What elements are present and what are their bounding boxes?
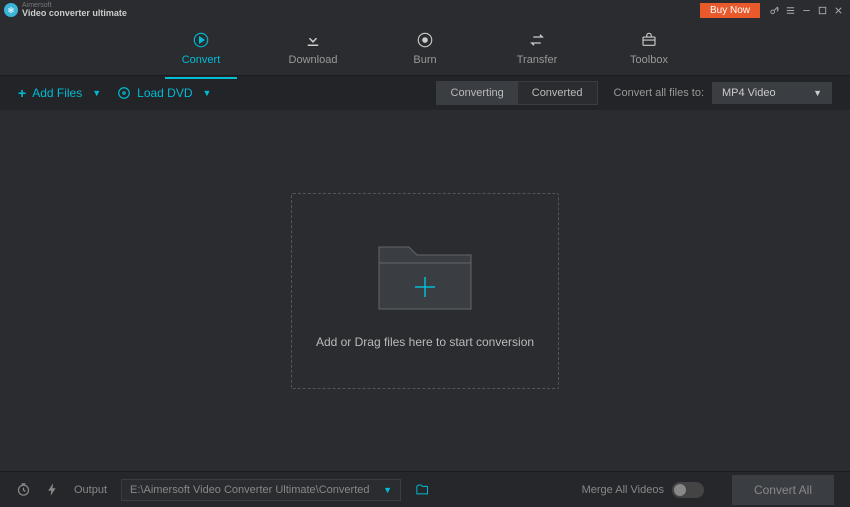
- nav-label: Download: [289, 54, 338, 66]
- output-path-select[interactable]: E:\Aimersoft Video Converter Ultimate\Co…: [121, 479, 401, 501]
- output-path-value: E:\Aimersoft Video Converter Ultimate\Co…: [130, 484, 369, 496]
- download-icon: [303, 30, 323, 50]
- tab-converted[interactable]: Converted: [518, 82, 597, 104]
- chevron-down-icon: ▼: [92, 88, 101, 98]
- app-logo: ✻ Aimersoft Video converter ultimate: [4, 2, 127, 18]
- convert-icon: [191, 30, 211, 50]
- convert-all-button[interactable]: Convert All: [732, 475, 834, 505]
- lightning-icon[interactable]: [45, 482, 60, 497]
- chevron-down-icon: ▼: [383, 485, 392, 495]
- chevron-down-icon: ▼: [203, 88, 212, 98]
- brand-bottom: Video converter ultimate: [22, 9, 127, 18]
- buy-now-button[interactable]: Buy Now: [700, 3, 760, 18]
- toolbox-icon: [639, 30, 659, 50]
- key-icon[interactable]: [766, 2, 782, 18]
- titlebar: ✻ Aimersoft Video converter ultimate Buy…: [0, 0, 850, 20]
- convert-to-label: Convert all files to:: [614, 87, 704, 99]
- close-button[interactable]: [830, 2, 846, 18]
- merge-toggle[interactable]: [672, 482, 704, 498]
- add-files-label: Add Files: [32, 86, 82, 100]
- burn-icon: [415, 30, 435, 50]
- load-dvd-button[interactable]: Load DVD ▼: [117, 86, 211, 100]
- footer: Output E:\Aimersoft Video Converter Ulti…: [0, 471, 850, 507]
- menu-icon[interactable]: [782, 2, 798, 18]
- folder-icon: [371, 233, 479, 315]
- nav-burn[interactable]: Burn: [389, 26, 461, 70]
- status-segment: Converting Converted: [436, 81, 598, 105]
- minimize-button[interactable]: [798, 2, 814, 18]
- maximize-button[interactable]: [814, 2, 830, 18]
- open-folder-button[interactable]: [415, 482, 430, 497]
- add-files-button[interactable]: + Add Files ▼: [18, 85, 101, 101]
- main-nav: Convert Download Burn Transfer Toolbox: [0, 20, 850, 76]
- logo-icon: ✻: [4, 3, 18, 17]
- main-area: Add or Drag files here to start conversi…: [0, 110, 850, 471]
- clock-icon[interactable]: [16, 482, 31, 497]
- nav-convert[interactable]: Convert: [165, 26, 237, 70]
- format-select[interactable]: MP4 Video ▼: [712, 82, 832, 104]
- dropzone-text: Add or Drag files here to start conversi…: [316, 335, 534, 349]
- nav-label: Burn: [413, 54, 436, 66]
- nav-label: Convert: [182, 54, 221, 66]
- nav-download[interactable]: Download: [277, 26, 349, 70]
- toolbar: + Add Files ▼ Load DVD ▼ Converting Conv…: [0, 76, 850, 110]
- dropzone[interactable]: Add or Drag files here to start conversi…: [291, 193, 559, 389]
- nav-label: Toolbox: [630, 54, 668, 66]
- nav-label: Transfer: [517, 54, 558, 66]
- merge-label: Merge All Videos: [582, 484, 664, 496]
- output-label: Output: [74, 484, 107, 496]
- load-dvd-label: Load DVD: [137, 86, 192, 100]
- tab-converting[interactable]: Converting: [437, 82, 518, 104]
- format-value: MP4 Video: [722, 87, 776, 99]
- chevron-down-icon: ▼: [813, 88, 822, 98]
- transfer-icon: [527, 30, 547, 50]
- nav-toolbox[interactable]: Toolbox: [613, 26, 685, 70]
- nav-transfer[interactable]: Transfer: [501, 26, 573, 70]
